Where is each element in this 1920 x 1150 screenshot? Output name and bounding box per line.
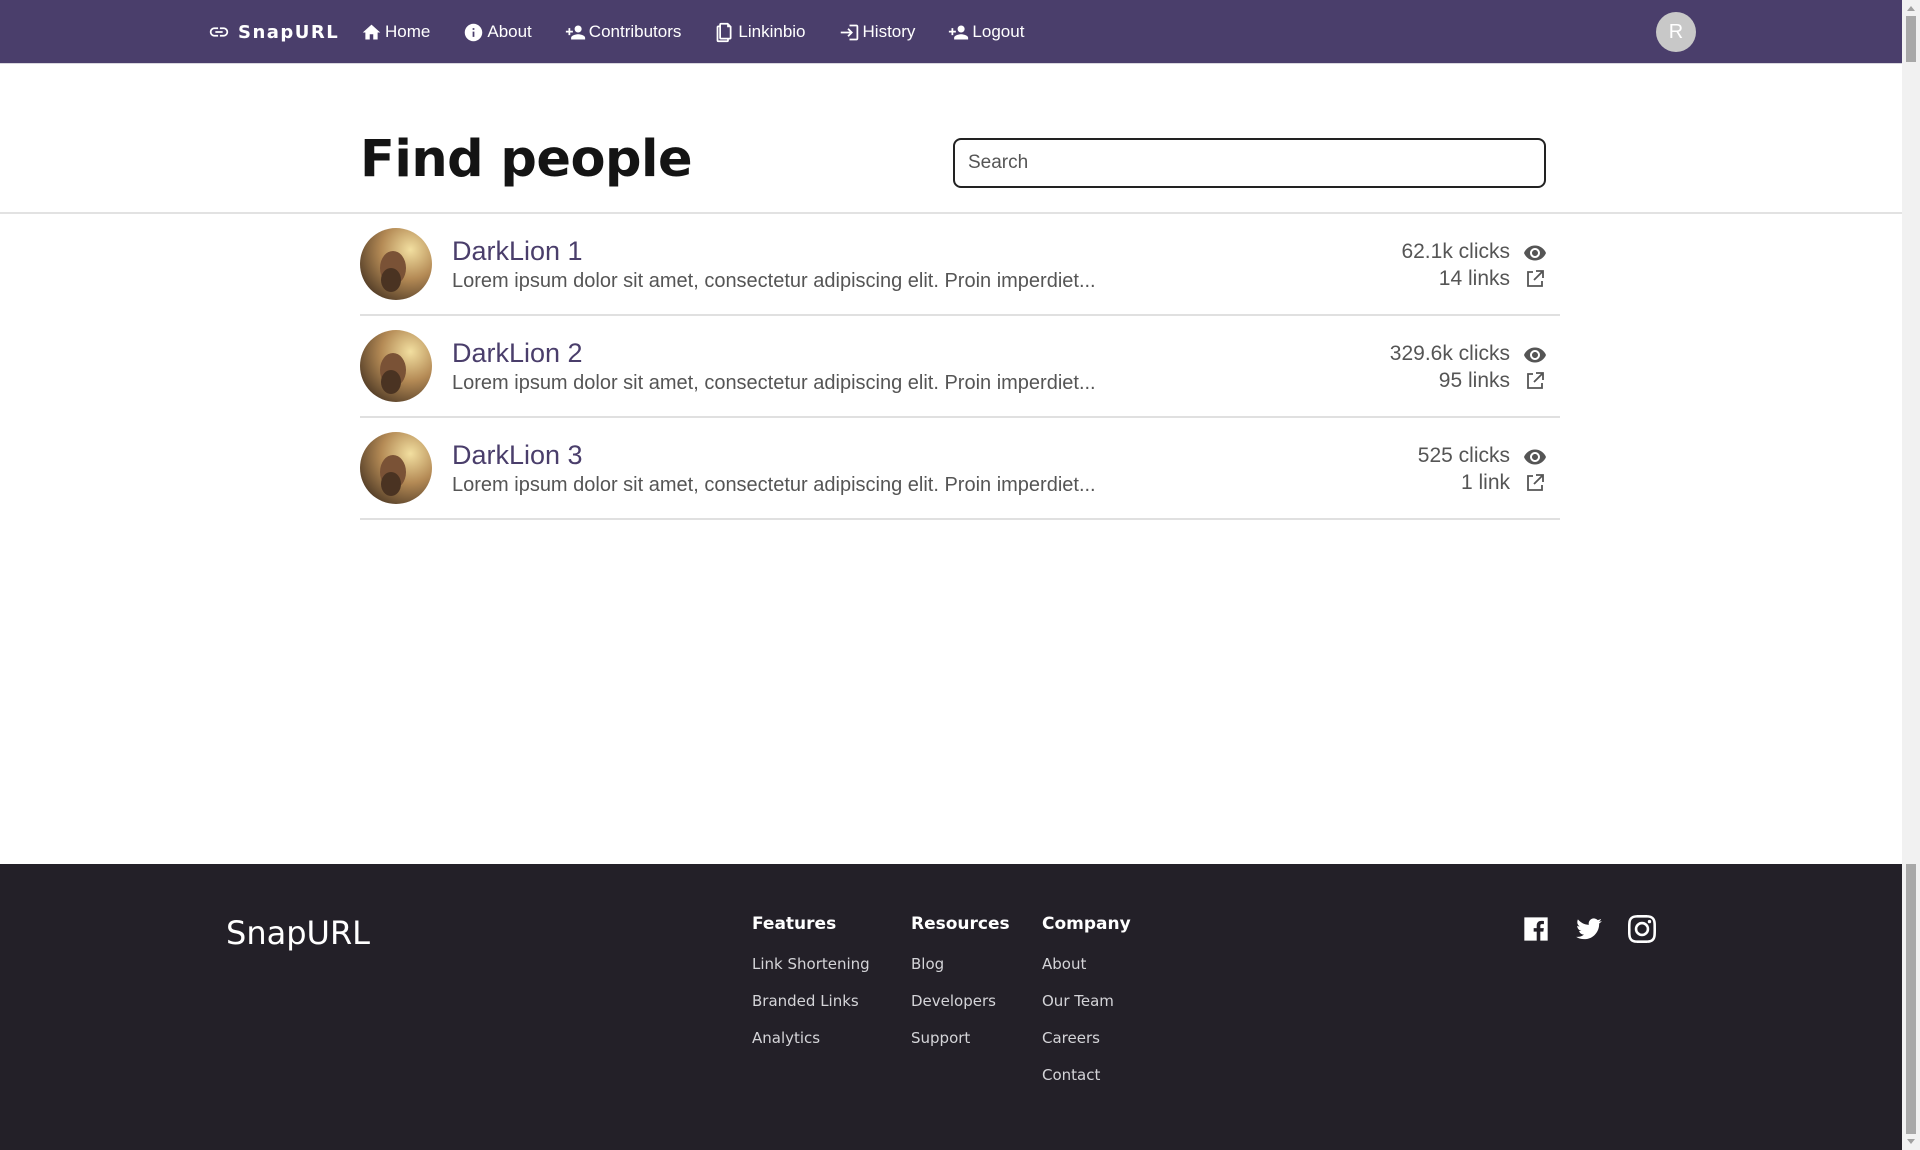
person-add-icon <box>565 25 585 39</box>
external-link-icon <box>1522 369 1548 393</box>
people-list: DarkLion 1 Lorem ipsum dolor sit amet, c… <box>360 214 1560 520</box>
brand-name: SnapURL <box>238 21 340 43</box>
person-description: Lorem ipsum dolor sit amet, consectetur … <box>452 372 1096 394</box>
site-footer: SnapURL Features Link Shortening Branded… <box>0 864 1902 1150</box>
footer-link[interactable]: About <box>1042 954 1131 991</box>
footer-features-column: Features Link Shortening Branded Links A… <box>752 914 870 1065</box>
page-title: Find people <box>360 130 693 189</box>
links-count: 1 link <box>1460 471 1510 494</box>
nav-contributors[interactable]: Contributors <box>565 22 682 43</box>
footer-link[interactable]: Our Team <box>1042 991 1131 1028</box>
scroll-down-arrow[interactable] <box>1902 1134 1920 1150</box>
eye-icon <box>1522 241 1548 265</box>
eye-icon <box>1522 445 1548 469</box>
footer-link[interactable]: Link Shortening <box>752 954 870 991</box>
eye-icon <box>1522 343 1548 367</box>
footer-link[interactable]: Careers <box>1042 1028 1131 1065</box>
footer-resources-column: Resources Blog Developers Support <box>911 914 1010 1065</box>
footer-heading: Features <box>752 914 837 934</box>
nav-history[interactable]: History <box>839 22 916 43</box>
person-description: Lorem ipsum dolor sit amet, consectetur … <box>452 474 1096 496</box>
footer-link[interactable]: Developers <box>911 991 1010 1028</box>
footer-link[interactable]: Branded Links <box>752 991 870 1028</box>
nav-about[interactable]: About <box>463 22 532 43</box>
instagram-icon <box>1628 915 1656 943</box>
links-count: 95 links <box>1438 369 1510 392</box>
nav-links: Home About Contributors Linkinbio Histor… <box>361 18 1057 46</box>
nav-home-label: Home <box>385 22 431 41</box>
nav-contributors-label: Contributors <box>588 22 682 41</box>
nav-history-label: History <box>862 22 916 41</box>
user-avatar-button[interactable]: R <box>1656 12 1696 52</box>
person-avatar[interactable] <box>360 432 432 504</box>
person-avatar[interactable] <box>360 228 432 300</box>
login-icon <box>840 24 858 40</box>
footer-heading: Company <box>1042 914 1131 934</box>
external-link-icon <box>1522 471 1548 495</box>
footer-company-column: Company About Our Team Careers Contact <box>1042 914 1131 1102</box>
link-icon <box>209 27 229 37</box>
person-description: Lorem ipsum dolor sit amet, consectetur … <box>452 270 1096 292</box>
home-icon <box>362 24 381 39</box>
person-row[interactable]: DarkLion 3 Lorem ipsum dolor sit amet, c… <box>360 418 1560 520</box>
info-icon <box>465 23 483 41</box>
clicks-count: 329.6k clicks <box>1389 342 1510 365</box>
twitter-link[interactable] <box>1575 914 1603 944</box>
nav-logout-label: Logout <box>972 22 1025 41</box>
page-scrollbar[interactable] <box>1902 0 1920 1150</box>
person-add-icon <box>949 25 969 39</box>
footer-link[interactable]: Blog <box>911 954 1010 991</box>
brand-logo[interactable]: SnapURL <box>208 18 339 46</box>
clipboard-icon <box>717 22 732 42</box>
scrollbar-thumb[interactable] <box>1906 16 1916 62</box>
external-link-icon <box>1522 267 1548 291</box>
facebook-link[interactable] <box>1522 914 1550 944</box>
nav-linkinbio[interactable]: Linkinbio <box>714 22 806 43</box>
clicks-count: 62.1k clicks <box>1401 240 1510 263</box>
footer-link[interactable]: Contact <box>1042 1065 1131 1102</box>
clicks-count: 525 clicks <box>1417 444 1510 467</box>
scrollbar-thumb-lower[interactable] <box>1906 864 1916 1134</box>
links-count: 14 links <box>1438 267 1510 290</box>
twitter-icon <box>1576 918 1602 940</box>
person-row[interactable]: DarkLion 2 Lorem ipsum dolor sit amet, c… <box>360 316 1560 418</box>
footer-link[interactable]: Analytics <box>752 1028 870 1065</box>
nav-linkinbio-label: Linkinbio <box>738 22 806 41</box>
instagram-link[interactable] <box>1628 914 1656 944</box>
person-name[interactable]: DarkLion 3 <box>452 440 583 471</box>
search-input[interactable] <box>953 138 1546 188</box>
nav-logout[interactable]: Logout <box>948 22 1024 43</box>
top-navbar: SnapURL Home About Contributors Linkinbi… <box>0 0 1902 64</box>
avatar-initial: R <box>1668 20 1684 43</box>
nav-home[interactable]: Home <box>361 22 430 43</box>
footer-brand[interactable]: SnapURL <box>226 914 370 952</box>
facebook-icon <box>1524 917 1548 941</box>
person-name[interactable]: DarkLion 1 <box>452 236 583 267</box>
nav-about-label: About <box>487 22 532 41</box>
person-row[interactable]: DarkLion 1 Lorem ipsum dolor sit amet, c… <box>360 214 1560 316</box>
person-avatar[interactable] <box>360 330 432 402</box>
footer-heading: Resources <box>911 914 1010 934</box>
scroll-up-arrow[interactable] <box>1902 0 1920 16</box>
person-name[interactable]: DarkLion 2 <box>452 338 583 369</box>
footer-link[interactable]: Support <box>911 1028 1010 1065</box>
